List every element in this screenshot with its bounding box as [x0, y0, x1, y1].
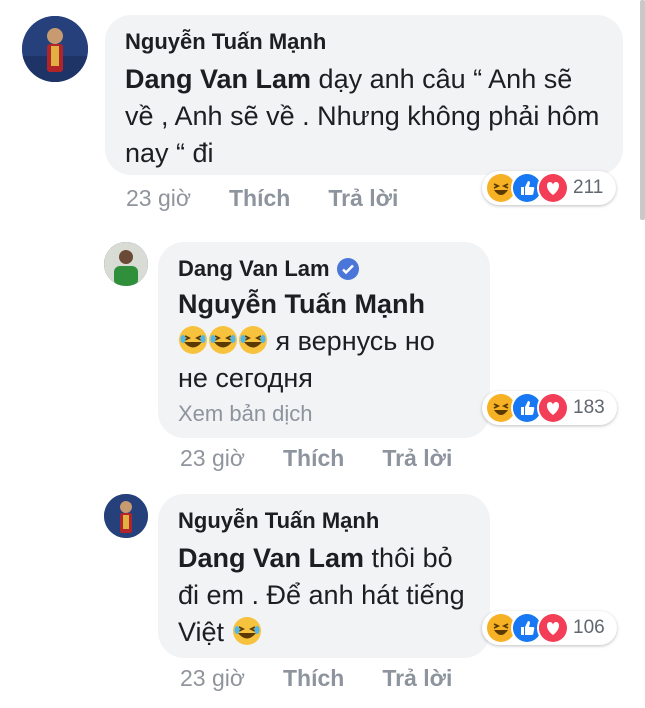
reply-button[interactable]: Trả lời [382, 445, 452, 472]
reaction-count: 106 [573, 617, 605, 638]
see-translation-link[interactable]: Xem bản dịch [178, 401, 472, 427]
scrollbar[interactable] [640, 0, 645, 220]
reactions-summary[interactable]: 183 [482, 391, 617, 425]
comment-author[interactable]: Dang Van Lam [178, 256, 472, 282]
avatar[interactable] [22, 16, 88, 82]
reaction-count: 183 [573, 397, 605, 418]
author-name[interactable]: Dang Van Lam [178, 256, 330, 282]
comment-meta: 23 giờ Thích Trả lời [180, 445, 452, 472]
avatar[interactable] [104, 242, 148, 286]
love-icon [537, 392, 569, 424]
avatar-photo [22, 16, 88, 82]
timestamp[interactable]: 23 giờ [180, 445, 245, 472]
love-icon [537, 172, 569, 204]
laughing-emoji-icon [232, 616, 262, 646]
comment-bubble: Dang Van Lam Nguyễn Tuấn Mạnh я вернусь … [158, 242, 490, 438]
comment-author[interactable]: Nguyễn Tuấn Mạnh [178, 508, 472, 534]
reply-button[interactable]: Trả lời [382, 665, 452, 692]
comment-text: Dang Van Lam dạy anh câu “ Anh sẽ về , A… [125, 61, 605, 172]
love-icon [537, 612, 569, 644]
comment-bubble: Nguyễn Tuấn Mạnh Dang Van Lam dạy anh câ… [105, 15, 623, 175]
mention-link[interactable]: Dang Van Lam [178, 543, 364, 573]
reply-button[interactable]: Trả lời [328, 185, 398, 212]
avatar-photo [104, 494, 148, 538]
comment-bubble: Nguyễn Tuấn Mạnh Dang Van Lam thôi bỏ đi… [158, 494, 490, 658]
avatar-photo [104, 242, 148, 286]
comment-author[interactable]: Nguyễn Tuấn Mạnh [125, 29, 605, 55]
comment-meta: 23 giờ Thích Trả lời [126, 185, 398, 212]
verified-badge-icon [336, 257, 360, 281]
laughing-emoji-icon [178, 325, 208, 355]
mention-link[interactable]: Dang Van Lam [125, 64, 311, 94]
timestamp[interactable]: 23 giờ [126, 185, 191, 212]
reaction-count: 211 [573, 177, 604, 198]
laughing-emoji-icon [238, 325, 268, 355]
timestamp[interactable]: 23 giờ [180, 665, 245, 692]
like-button[interactable]: Thích [283, 665, 344, 692]
laughing-emoji-icon [208, 325, 238, 355]
comment-text: Nguyễn Tuấn Mạnh я вернусь но не сегодня [178, 286, 472, 397]
reactions-summary[interactable]: 106 [482, 611, 617, 645]
like-button[interactable]: Thích [229, 185, 290, 212]
like-button[interactable]: Thích [283, 445, 344, 472]
avatar[interactable] [104, 494, 148, 538]
comment-meta: 23 giờ Thích Trả lời [180, 665, 452, 692]
comment-text: Dang Van Lam thôi bỏ đi em . Để anh hát … [178, 540, 472, 651]
reactions-summary[interactable]: 211 [482, 171, 616, 205]
mention-link[interactable]: Nguyễn Tuấn Mạnh [178, 289, 425, 319]
